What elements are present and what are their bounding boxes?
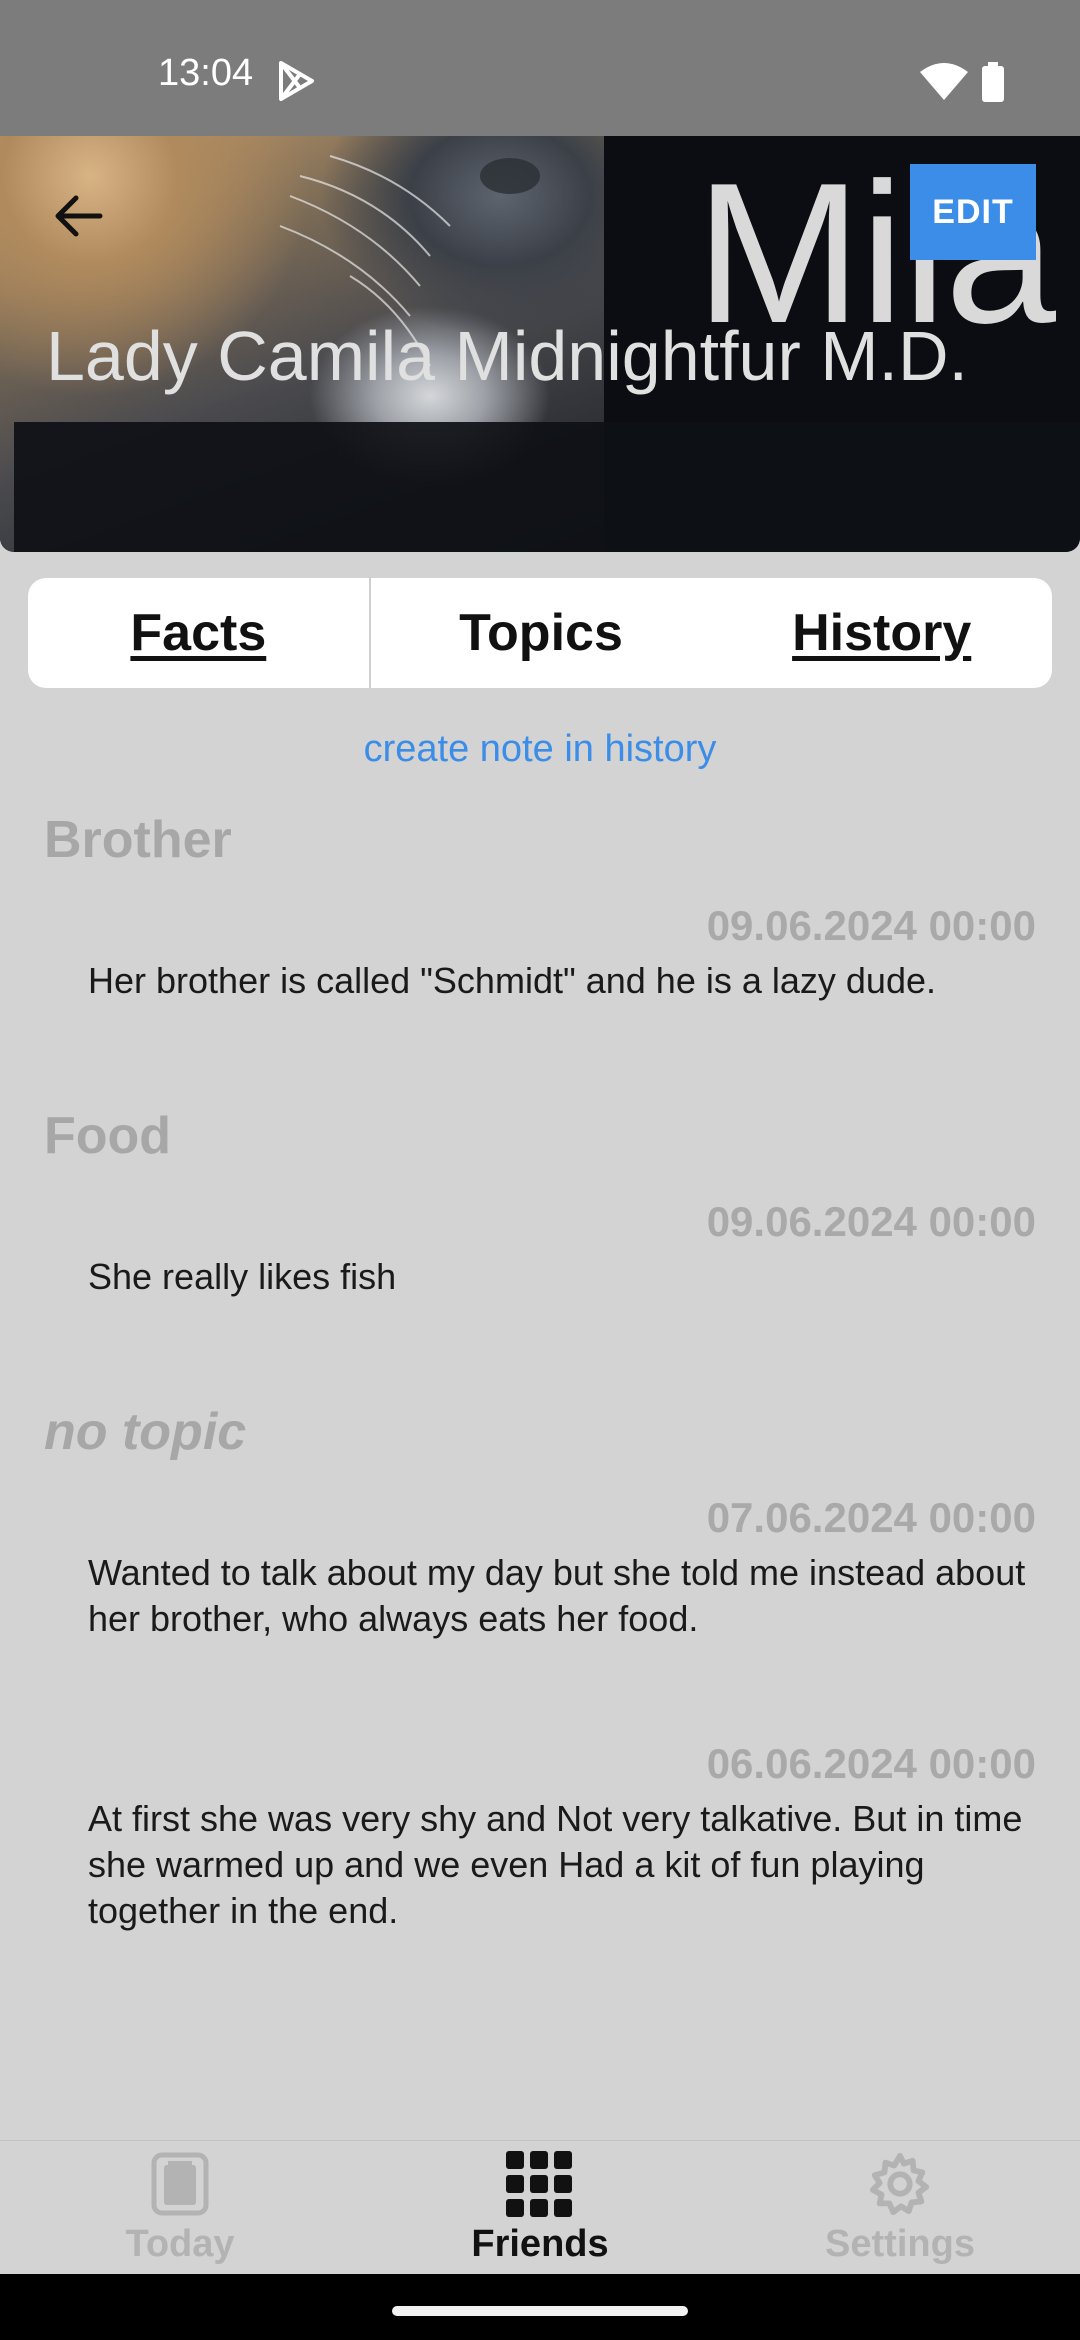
tab-facts-label: Facts <box>130 604 267 662</box>
note-date: 09.06.2024 00:00 <box>706 1198 1036 1245</box>
full-name-bar <box>14 422 1080 552</box>
nav-settings-label: Settings <box>825 2223 975 2265</box>
status-bar: 13:04 <box>0 0 1080 136</box>
friend-full-name: Lady Camila Midnightfur M.D. <box>46 317 968 395</box>
nav-friends[interactable]: Friends <box>360 2141 720 2275</box>
note-text[interactable]: At first she was very shy and Not very t… <box>88 1796 1028 1934</box>
tab-history[interactable]: History <box>711 578 1052 688</box>
bottom-navigation: Today Friends Settings <box>0 2140 1080 2275</box>
edit-button[interactable]: EDIT <box>910 164 1036 260</box>
tab-bar: Facts Topics History <box>28 578 1052 688</box>
topic-heading: no topic <box>44 1403 247 1461</box>
create-note-link[interactable]: create note in history <box>0 728 1080 771</box>
battery-icon <box>982 62 1004 102</box>
note-text[interactable]: Her brother is called "Schmidt" and he i… <box>88 958 1028 1004</box>
note-text[interactable]: Wanted to talk about my day but she told… <box>88 1550 1028 1642</box>
tab-topics-label: Topics <box>459 604 623 662</box>
tab-facts[interactable]: Facts <box>28 578 369 688</box>
status-time: 13:04 <box>158 52 254 94</box>
note-date: 06.06.2024 00:00 <box>706 1740 1036 1787</box>
tab-history-label: History <box>792 604 972 662</box>
topic-heading: Food <box>44 1107 172 1165</box>
gesture-handle[interactable] <box>392 2306 688 2316</box>
play-store-icon <box>279 61 314 101</box>
back-arrow-icon[interactable] <box>48 186 108 246</box>
note-text[interactable]: She really likes fish <box>88 1254 1028 1300</box>
nav-today-label: Today <box>125 2223 235 2265</box>
wifi-icon <box>920 63 968 100</box>
note-date: 09.06.2024 00:00 <box>706 902 1036 949</box>
friend-header: Mila EDIT Lady Camila Midnightfur M.D. <box>0 136 1080 552</box>
grid-icon <box>506 2151 572 2217</box>
nav-settings[interactable]: Settings <box>720 2141 1080 2275</box>
gear-icon <box>869 2152 930 2216</box>
tab-topics[interactable]: Topics <box>371 578 712 688</box>
topic-heading: Brother <box>44 811 232 869</box>
nav-friends-label: Friends <box>471 2223 609 2265</box>
nav-today[interactable]: Today <box>0 2141 360 2275</box>
book-icon <box>151 2152 209 2216</box>
note-date: 07.06.2024 00:00 <box>706 1494 1036 1541</box>
